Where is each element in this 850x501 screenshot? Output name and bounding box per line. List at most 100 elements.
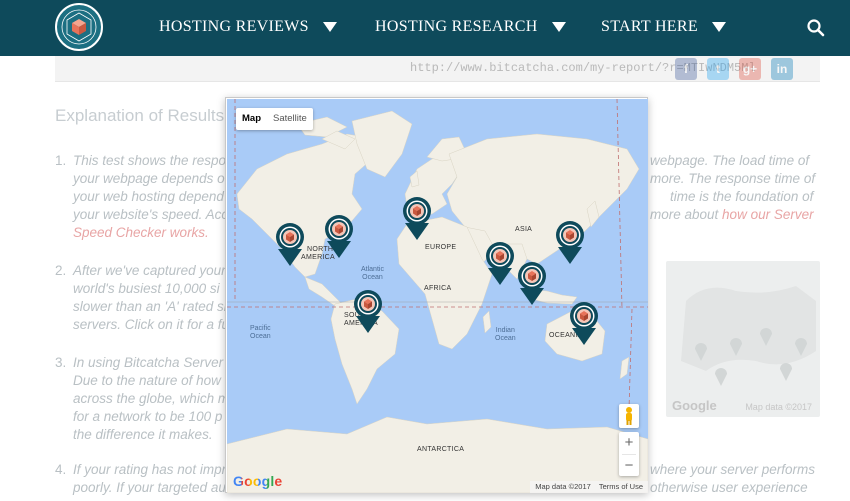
marker-brazil[interactable]	[353, 289, 383, 335]
report-url[interactable]: http://www.bitcatcha.com/my-report/?r=MT…	[410, 61, 756, 75]
twitter-icon: t	[716, 62, 720, 76]
label-antarctica: ANTARCTICA	[417, 446, 465, 453]
caret-down-icon	[551, 22, 566, 32]
label-text: Ocean	[495, 335, 516, 342]
marker-us-west[interactable]	[275, 222, 305, 268]
marker-india[interactable]	[485, 241, 515, 287]
map-type-control: Map Satellite	[236, 108, 313, 130]
item-text: across the globe, which m	[73, 391, 230, 406]
terms-of-use-link[interactable]: Terms of Use	[599, 482, 643, 492]
explanation-item-4: 4. If your rating has not impr poorly. If…	[55, 461, 226, 497]
label-text: Atlantic	[361, 266, 384, 273]
map-modal: NORTH AMERICA SOUTH AMERICA EUROPE ASIA …	[225, 97, 648, 493]
map-pin-icon	[486, 242, 514, 285]
item-text: servers. Click on it for a fu	[73, 317, 230, 332]
item-number: 3.	[55, 355, 67, 370]
map-data-text: Map data ©2017	[535, 482, 591, 491]
twitter-share-button[interactable]: t	[707, 58, 729, 80]
marker-japan[interactable]	[555, 220, 585, 266]
explanation-title: Explanation of Results	[55, 106, 225, 125]
item-text: more about	[650, 207, 723, 222]
item-text: your website's speed. Acc	[73, 207, 229, 222]
site-header: HOSTING REVIEWS HOSTING RESEARCH START H…	[0, 0, 850, 56]
label-text: Indian	[495, 327, 515, 334]
google-logo-text: Google	[233, 473, 283, 489]
explanation-item-2: 2. After we've captured your world's busi…	[55, 262, 229, 334]
marker-singapore[interactable]	[517, 261, 547, 307]
item-number: 2.	[55, 263, 67, 278]
map-type-satellite-button[interactable]: Satellite	[267, 108, 313, 130]
item-text: your webpage depends o	[73, 171, 225, 186]
speed-checker-link[interactable]: Speed Checker works.	[73, 225, 209, 240]
facebook-share-button[interactable]: f	[675, 58, 697, 80]
nav-hosting-research[interactable]: HOSTING RESEARCH	[375, 18, 566, 36]
map-attribution: Map data ©2017 Terms of Use	[530, 481, 648, 493]
map-type-map-button[interactable]: Map	[236, 108, 267, 130]
map-data-caption: Map data ©2017	[745, 402, 812, 412]
world-map[interactable]: NORTH AMERICA SOUTH AMERICA EUROPE ASIA …	[227, 99, 648, 493]
zoom-out-button[interactable]: −	[619, 455, 639, 477]
linkedin-icon: in	[776, 62, 788, 76]
label-text: Pacific	[250, 325, 271, 332]
item-text: webpage. The load time of	[650, 153, 810, 168]
street-view-pegman[interactable]	[619, 404, 639, 428]
item-number: 4.	[55, 462, 67, 477]
item-text: poorly. If your targeted au	[73, 480, 226, 495]
item-number: 1.	[55, 153, 67, 168]
nav-label: HOSTING RESEARCH	[375, 18, 538, 35]
item-text: This test shows the respo	[73, 153, 227, 168]
item-text: where your server performs	[650, 462, 816, 477]
label-atlantic-ocean: Atlantic Ocean	[361, 266, 384, 282]
nav-label: START HERE	[601, 18, 698, 35]
item-text: world's busiest 10,000 si	[73, 281, 220, 296]
google-logo: Google	[672, 398, 717, 413]
marker-australia[interactable]	[569, 301, 599, 347]
map-pin-icon	[518, 262, 546, 305]
item-text: Due to the nature of how	[73, 373, 221, 388]
cube-logo-icon	[61, 9, 97, 45]
search-icon[interactable]	[806, 18, 826, 38]
item-text: slower than an 'A' rated si	[73, 299, 227, 314]
pegman-icon	[626, 407, 632, 425]
site-logo[interactable]	[55, 3, 103, 51]
label-text: Ocean	[362, 274, 383, 281]
label-asia: ASIA	[515, 226, 533, 233]
label-europe: EUROPE	[425, 244, 457, 251]
explanation-item-4-right: where your server performs otherwise use…	[650, 461, 815, 497]
server-link[interactable]: how our Server	[722, 207, 814, 222]
linkedin-share-button[interactable]: in	[771, 58, 793, 80]
label-pacific-ocean: Pacific Ocean	[250, 325, 271, 341]
item-text: After we've captured your	[73, 263, 226, 278]
label-text: Ocean	[250, 333, 271, 340]
google-plus-icon: g+	[742, 62, 758, 76]
item-text: In using Bitcatcha Server	[73, 355, 224, 370]
marker-europe[interactable]	[402, 196, 432, 242]
marker-us-east[interactable]	[324, 214, 354, 260]
map-thumbnail-image	[681, 286, 816, 386]
item-text: otherwise user experience	[650, 480, 808, 495]
map-pin-icon	[354, 290, 382, 333]
explanation-item-3: 3. In using Bitcatcha Server Due to the n…	[55, 354, 229, 444]
zoom-control: + −	[619, 432, 639, 476]
nav-label: HOSTING REVIEWS	[159, 18, 309, 35]
nav-start-here[interactable]: START HERE	[601, 18, 726, 36]
map-pin-icon	[403, 197, 431, 240]
item-text: your web hosting depend	[73, 189, 224, 204]
nav-hosting-reviews[interactable]: HOSTING REVIEWS	[159, 18, 337, 36]
side-map-thumbnail[interactable]: Google Map data ©2017	[666, 261, 820, 417]
caret-down-icon	[711, 22, 726, 32]
map-pin-icon	[276, 223, 304, 266]
report-url-bar[interactable]: http://www.bitcatcha.com/my-report/?r=MT…	[55, 56, 820, 82]
facebook-icon: f	[684, 62, 688, 76]
item-text: for a network to be 100 p	[73, 409, 223, 424]
world-map-graphic	[227, 99, 648, 493]
explanation-item-1: 1. This test shows the respo your webpage…	[55, 152, 228, 242]
google-plus-share-button[interactable]: g+	[739, 58, 761, 80]
map-pin-icon	[325, 215, 353, 258]
zoom-in-button[interactable]: +	[619, 432, 639, 454]
item-text: more. The response time of	[650, 171, 816, 186]
google-logo[interactable]: Google	[233, 473, 282, 489]
explanation-item-1-right: webpage. The load time of more. The resp…	[650, 152, 815, 224]
item-text: time is the foundation of	[670, 189, 814, 204]
caret-down-icon	[322, 22, 337, 32]
